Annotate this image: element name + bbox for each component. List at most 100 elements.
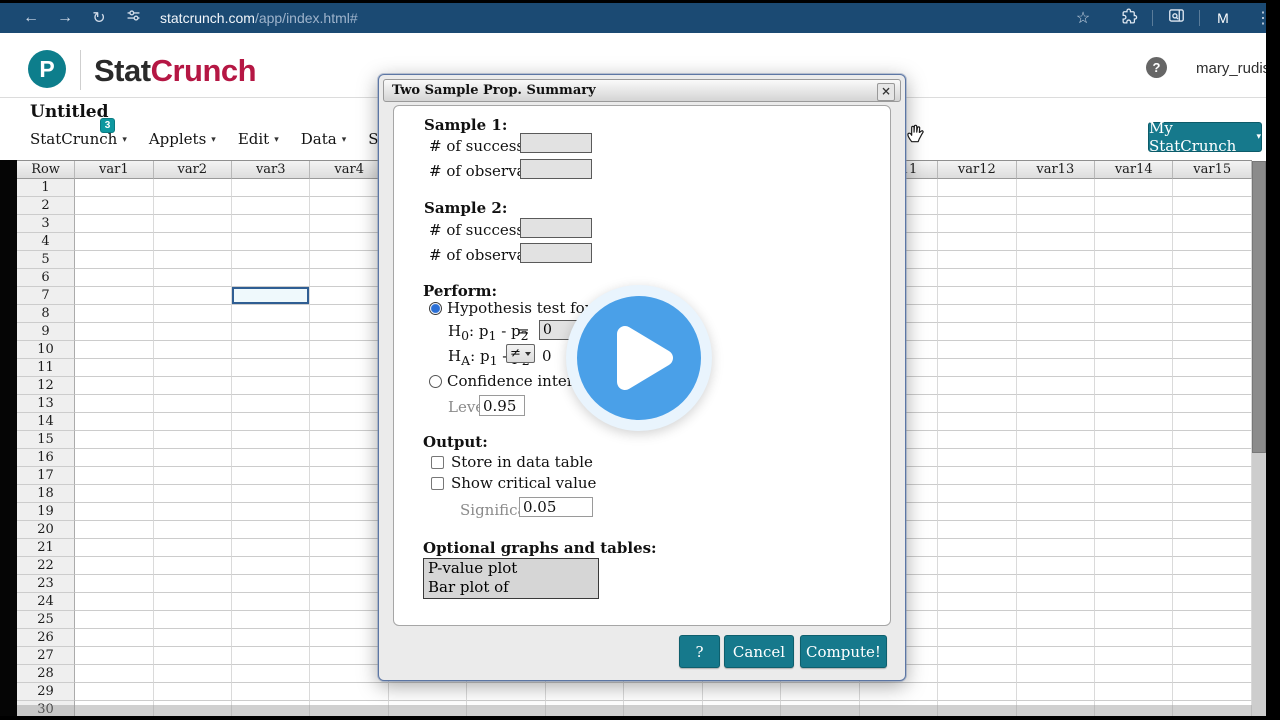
cell-var13-13[interactable] [1016,395,1096,413]
cell-var15-9[interactable] [1173,323,1252,341]
cell-var1-21[interactable] [75,539,154,557]
cell-var2-6[interactable] [153,269,233,287]
cell-var15-3[interactable] [1173,215,1252,233]
close-icon[interactable]: × [877,83,895,101]
cell-var15-28[interactable] [1173,665,1252,683]
cell-var1-26[interactable] [75,629,154,647]
cell-var3-3[interactable] [232,215,311,233]
cell-var1-5[interactable] [75,251,154,269]
cell-var2-5[interactable] [153,251,233,269]
cell-var2-8[interactable] [153,305,233,323]
cell-var1-9[interactable] [75,323,154,341]
forward-icon[interactable]: → [48,9,82,27]
cell-var14-14[interactable] [1095,413,1174,431]
cell-var1-28[interactable] [75,665,154,683]
column-header-var1[interactable]: var1 [75,161,154,179]
row-header-10[interactable]: 10 [17,341,76,359]
cell-var13-27[interactable] [1016,647,1096,665]
cell-var12-24[interactable] [938,593,1017,611]
cell-var12-1[interactable] [938,179,1017,197]
cell-var3-4[interactable] [232,233,311,251]
cell-var14-26[interactable] [1095,629,1174,647]
extensions-icon[interactable] [1106,7,1152,30]
cell-var12-4[interactable] [938,233,1017,251]
row-header-24[interactable]: 24 [17,593,76,611]
cell-var1-29[interactable] [75,683,154,701]
side-panel-search-icon[interactable] [1153,6,1199,30]
significance-input[interactable] [519,497,593,517]
cell-var12-21[interactable] [938,539,1017,557]
cell-var15-16[interactable] [1173,449,1252,467]
cell-var1-14[interactable] [75,413,154,431]
cell-var13-26[interactable] [1016,629,1096,647]
cell-var15-14[interactable] [1173,413,1252,431]
cell-var2-10[interactable] [153,341,233,359]
row-header-9[interactable]: 9 [17,323,76,341]
cell-var3-22[interactable] [232,557,311,575]
cell-var1-19[interactable] [75,503,154,521]
cell-var1-24[interactable] [75,593,154,611]
cell-var15-29[interactable] [1173,683,1252,701]
cell-var14-11[interactable] [1095,359,1174,377]
cell-var3-20[interactable] [232,521,311,539]
cell-var12-10[interactable] [938,341,1017,359]
profile-avatar[interactable]: M [1200,10,1246,26]
cell-var15-11[interactable] [1173,359,1252,377]
cell-var14-23[interactable] [1095,575,1174,593]
cell-var13-18[interactable] [1016,485,1096,503]
video-play-overlay[interactable] [566,285,714,433]
cell-var3-13[interactable] [232,395,311,413]
cell-var3-11[interactable] [232,359,311,377]
cell-var1-16[interactable] [75,449,154,467]
cell-var13-19[interactable] [1016,503,1096,521]
cell-var13-29[interactable] [1016,683,1096,701]
cell-var15-4[interactable] [1173,233,1252,251]
cell-var12-26[interactable] [938,629,1017,647]
cell-var2-12[interactable] [153,377,233,395]
cell-var1-25[interactable] [75,611,154,629]
cell-var13-8[interactable] [1016,305,1096,323]
cell-var3-21[interactable] [232,539,311,557]
cell-var14-21[interactable] [1095,539,1174,557]
cell-var1-15[interactable] [75,431,154,449]
cell-var14-9[interactable] [1095,323,1174,341]
cell-var12-23[interactable] [938,575,1017,593]
menu-edit[interactable]: Edit ▾ [238,130,279,148]
cell-var13-28[interactable] [1016,665,1096,683]
cell-var12-2[interactable] [938,197,1017,215]
dialog-help-button[interactable]: ? [679,635,720,668]
cell-var12-18[interactable] [938,485,1017,503]
cell-var3-5[interactable] [232,251,311,269]
cell-var12-14[interactable] [938,413,1017,431]
sample2-observations-input[interactable] [520,243,592,263]
cell-var14-22[interactable] [1095,557,1174,575]
sample2-successes-input[interactable] [520,218,592,238]
cell-var3-6[interactable] [232,269,311,287]
cell-var3-15[interactable] [232,431,311,449]
back-icon[interactable]: ← [14,9,48,27]
row-header-16[interactable]: 16 [17,449,76,467]
cell-var3-18[interactable] [232,485,311,503]
cell-var12-8[interactable] [938,305,1017,323]
cell-var12-19[interactable] [938,503,1017,521]
row-header-5[interactable]: 5 [17,251,76,269]
cell-var3-10[interactable] [232,341,311,359]
row-header-14[interactable]: 14 [17,413,76,431]
cell-var15-21[interactable] [1173,539,1252,557]
cell-var1-18[interactable] [75,485,154,503]
cell-var1-8[interactable] [75,305,154,323]
level-input[interactable] [479,395,525,416]
cell-var14-18[interactable] [1095,485,1174,503]
cell-var14-19[interactable] [1095,503,1174,521]
cell-var15-17[interactable] [1173,467,1252,485]
cell-var1-13[interactable] [75,395,154,413]
row-header-7[interactable]: 7 [17,287,76,305]
cell-var12-6[interactable] [938,269,1017,287]
cell-var12-20[interactable] [938,521,1017,539]
cell-var15-13[interactable] [1173,395,1252,413]
cancel-button[interactable]: Cancel [724,635,794,668]
cell-var12-17[interactable] [938,467,1017,485]
cell-var15-20[interactable] [1173,521,1252,539]
cell-var15-10[interactable] [1173,341,1252,359]
row-header-23[interactable]: 23 [17,575,76,593]
